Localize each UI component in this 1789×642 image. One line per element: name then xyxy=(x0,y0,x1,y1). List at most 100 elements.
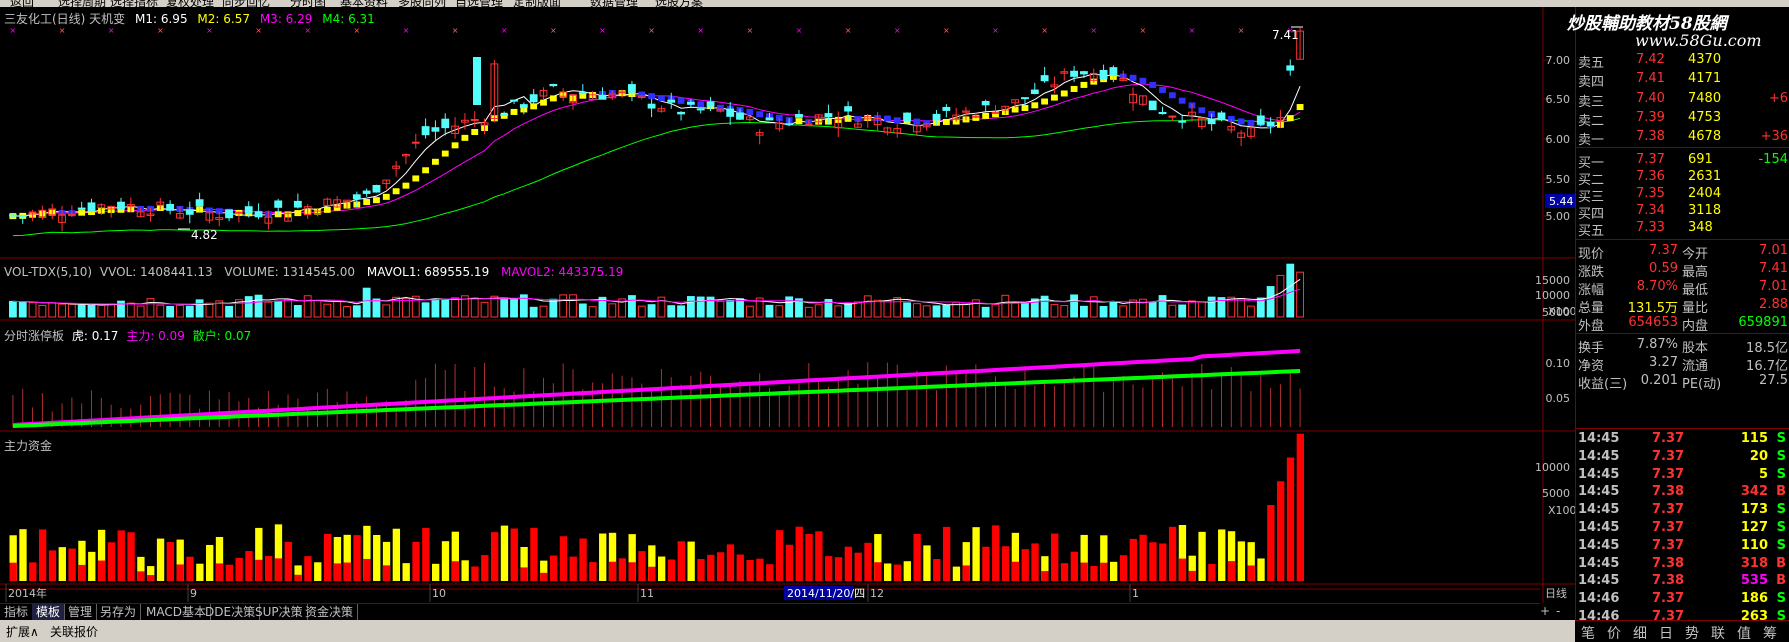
signal-marker: × xyxy=(550,26,557,35)
zj-axis-label: 5000 xyxy=(1542,487,1570,500)
quote-value: 7.01 xyxy=(1759,279,1788,294)
capital-bar xyxy=(1011,561,1020,581)
volume-bar xyxy=(1119,305,1128,318)
tab-manage[interactable]: 管理 xyxy=(64,604,98,621)
menu-item-3[interactable]: 复权处理 xyxy=(166,0,214,7)
tick-price: 7.37 xyxy=(1652,591,1685,607)
ask-row[interactable]: 卖四 7.41 4171 xyxy=(1576,71,1789,90)
capital-bar xyxy=(19,529,27,581)
tab-sup[interactable]: SUP决策 xyxy=(251,604,308,621)
right-tab-2[interactable]: 细 xyxy=(1633,623,1647,642)
menu-item-6[interactable]: 基本资料 xyxy=(340,0,388,7)
right-tab-4[interactable]: 势 xyxy=(1685,623,1699,642)
tick-price: 7.37 xyxy=(1652,537,1685,553)
zoom-in-button[interactable]: + xyxy=(1540,604,1550,618)
tick-price: 7.37 xyxy=(1652,431,1685,446)
capital-bar xyxy=(1119,555,1128,581)
volume-bar xyxy=(9,300,17,318)
right-tab-3[interactable]: 日 xyxy=(1659,623,1673,642)
menu-item-2[interactable]: 选择指标 xyxy=(110,0,158,7)
volume-bar xyxy=(28,302,37,318)
bid-row[interactable]: 买五 7.33 348 xyxy=(1576,220,1789,239)
expand-button[interactable]: 扩展∧ xyxy=(6,623,39,640)
candle-body xyxy=(372,184,381,193)
level-price: 7.42 xyxy=(1636,52,1665,67)
capital-bar xyxy=(667,559,676,581)
capital-bar xyxy=(1100,562,1108,581)
candle-body xyxy=(1217,112,1226,121)
trend-block xyxy=(549,95,557,102)
volume-bar xyxy=(421,302,430,318)
menu-item-9[interactable]: 定制版面 xyxy=(513,0,561,7)
trend-block xyxy=(893,117,901,124)
capital-bar xyxy=(107,542,116,581)
time-label: 9 xyxy=(190,587,197,600)
related-quote-button[interactable]: 关联报价 xyxy=(50,623,98,640)
chart-canvas[interactable]: 7.00 6.50 6.00 5.50 5.00 5.44 15000 10000 5000 X1… xyxy=(0,7,1575,603)
candle-body xyxy=(431,127,440,132)
capital-bar xyxy=(1178,558,1187,581)
tick-volume: 186 xyxy=(1740,591,1768,607)
signal-marker: × xyxy=(894,26,901,35)
kline-chart[interactable]: 7.00 6.50 6.00 5.50 5.00 5.44 15000 10000 5000 X1… xyxy=(0,7,1575,612)
right-tab-6[interactable]: 值 xyxy=(1737,623,1751,642)
menu-item-1[interactable]: 选择周期 xyxy=(58,0,106,7)
menu-item-7[interactable]: 多股同列 xyxy=(398,0,446,7)
tab-saveas[interactable]: 另存为 xyxy=(96,604,142,621)
capital-bar xyxy=(432,563,440,581)
signal-marker: × xyxy=(108,26,115,35)
capital-bar xyxy=(206,544,214,581)
volume-bar xyxy=(1089,296,1098,318)
right-tab-1[interactable]: 价 xyxy=(1607,623,1621,642)
candle-body xyxy=(1080,71,1088,75)
vol-unit: X100 xyxy=(1548,305,1575,318)
capital-bar xyxy=(805,533,813,581)
capital-bar xyxy=(1041,571,1049,581)
menu-item-11[interactable]: 选股方案 xyxy=(655,0,703,7)
ask-row[interactable]: 卖三 7.40 7480 +6 xyxy=(1576,91,1789,110)
menu-item-10[interactable]: 数据管理 xyxy=(590,0,638,7)
capital-bar xyxy=(677,541,685,581)
ask-row[interactable]: 卖五 7.42 4370 xyxy=(1576,52,1789,71)
capital-bar xyxy=(1090,566,1098,581)
capital-bar xyxy=(58,547,66,581)
menu-item-4[interactable]: 同步回忆 xyxy=(222,0,270,7)
quote-row: 收益(三) 0.201 PE(动) 27.5 xyxy=(1576,373,1789,392)
menu-item-8[interactable]: 自选管理 xyxy=(455,0,503,7)
volume-bar xyxy=(736,298,744,318)
capital-bar xyxy=(9,562,17,581)
capital-bar xyxy=(186,556,194,581)
volume-bar xyxy=(893,297,902,318)
candle-body xyxy=(185,209,194,215)
volume-bar xyxy=(569,294,577,318)
volume-bar xyxy=(1197,301,1206,318)
tick-side: S xyxy=(1776,537,1786,553)
menu-item-0[interactable]: 返回 xyxy=(10,0,34,7)
quote-value: 0.201 xyxy=(1640,373,1678,388)
ask-row[interactable]: 卖二 7.39 4753 xyxy=(1576,110,1789,129)
right-tab-5[interactable]: 联 xyxy=(1711,623,1725,642)
right-tab-0[interactable]: 笔 xyxy=(1581,623,1595,642)
menu-item-5[interactable]: 分时图 xyxy=(290,0,326,7)
capital-bar xyxy=(775,530,784,581)
capital-bar xyxy=(658,556,666,581)
capital-bar xyxy=(962,565,970,581)
tab-indicator[interactable]: 指标 xyxy=(0,604,34,621)
right-tab-7[interactable]: 筹 xyxy=(1763,623,1777,642)
zoom-out-button[interactable]: - xyxy=(1556,604,1560,618)
tick-side: B xyxy=(1776,484,1786,500)
signal-marker: × xyxy=(304,26,311,35)
volume-value: VOLUME: 1314545.00 xyxy=(224,265,356,279)
ask-row[interactable]: 卖一 7.38 4678 +36 xyxy=(1576,129,1789,148)
capital-bar xyxy=(1070,551,1079,581)
capital-bar xyxy=(530,527,538,581)
capital-bar xyxy=(304,556,312,581)
quote-label: 涨跌 xyxy=(1578,265,1605,280)
capital-bar xyxy=(500,525,509,581)
time-label: 12 xyxy=(870,587,884,600)
capital-bar xyxy=(992,525,1000,581)
volume-bar xyxy=(608,303,617,318)
tab-template[interactable]: 模板 xyxy=(32,604,66,621)
tab-zj[interactable]: 资金决策 xyxy=(301,604,359,621)
time-label: 10 xyxy=(432,587,446,600)
